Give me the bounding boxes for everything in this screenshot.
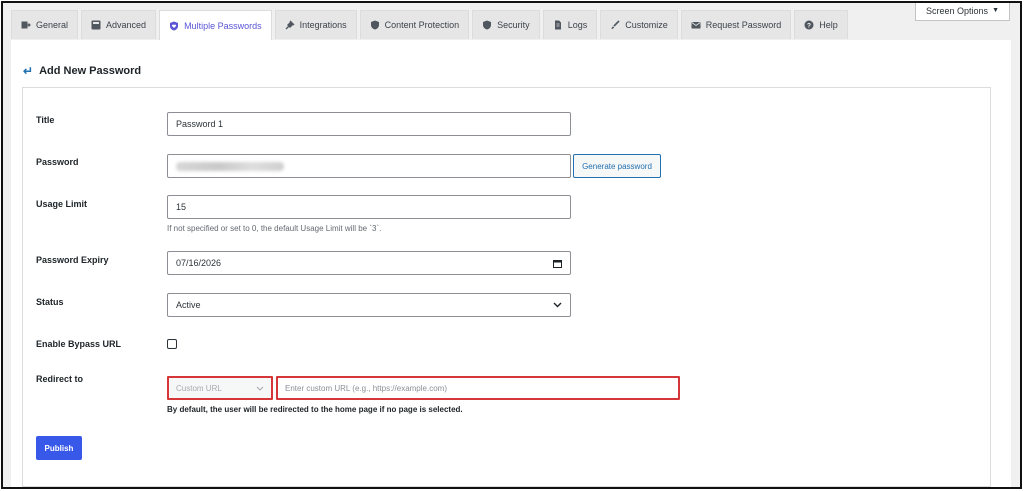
tab-label: Advanced xyxy=(106,20,147,30)
tab-label: Request Password xyxy=(705,20,782,30)
shield-icon xyxy=(370,20,380,30)
title-label: Title xyxy=(36,115,55,125)
document-icon xyxy=(553,20,563,30)
bypass-url-checkbox[interactable] xyxy=(167,339,177,349)
tab-content-protection[interactable]: Content Protection xyxy=(359,10,470,39)
usage-limit-input[interactable]: 15 xyxy=(167,195,571,219)
tab-label: Help xyxy=(819,20,838,30)
tab-help[interactable]: ? Help xyxy=(794,10,848,39)
tab-multiple-passwords[interactable]: Multiple Passwords xyxy=(159,10,272,41)
custom-url-placeholder: Enter custom URL (e.g., https://example.… xyxy=(285,383,447,393)
redirect-label: Redirect to xyxy=(36,374,84,384)
tab-request-password[interactable]: Request Password xyxy=(680,10,792,39)
generate-password-button[interactable]: Generate password xyxy=(573,154,661,178)
custom-url-input[interactable]: Enter custom URL (e.g., https://example.… xyxy=(276,376,680,400)
status-value: Active xyxy=(176,300,201,310)
calendar-icon[interactable] xyxy=(553,259,562,268)
bypass-url-label: Enable Bypass URL xyxy=(36,339,122,349)
title-input[interactable]: Password 1 xyxy=(167,112,571,136)
redirect-type-value: Custom URL xyxy=(176,383,222,393)
tab-advanced[interactable]: Advanced xyxy=(81,10,157,39)
shield-heart-icon xyxy=(169,21,179,31)
password-input[interactable] xyxy=(167,154,571,178)
tab-label: Content Protection xyxy=(384,20,460,30)
masked-password-value xyxy=(176,161,284,171)
publish-button[interactable]: Publish xyxy=(36,436,82,460)
password-expiry-label: Password Expiry xyxy=(36,255,109,265)
tab-logs[interactable]: Logs xyxy=(542,10,598,39)
tab-general[interactable]: General xyxy=(11,10,79,39)
tab-security[interactable]: Security xyxy=(472,10,540,39)
page-title: Add New Password xyxy=(39,65,142,77)
screen-options-button[interactable]: Screen Options ▼ xyxy=(915,3,1010,21)
usage-limit-label: Usage Limit xyxy=(36,199,88,209)
usage-limit-help: If not specified or set to 0, the defaul… xyxy=(167,224,382,233)
tab-integrations[interactable]: Integrations xyxy=(274,10,357,39)
tab-label: Customize xyxy=(625,20,668,30)
password-label: Password xyxy=(36,157,79,167)
password-expiry-input[interactable]: 07/16/2026 xyxy=(167,251,571,275)
chevron-down-icon xyxy=(553,302,562,308)
title-input-value: Password 1 xyxy=(176,119,224,129)
tab-label: Integrations xyxy=(299,20,347,30)
general-icon xyxy=(21,20,31,30)
security-shield-icon xyxy=(482,20,492,30)
help-icon: ? xyxy=(804,20,814,30)
settings-panel: ↵ Add New Password Title Password 1 Pass… xyxy=(11,40,1011,487)
chevron-down-icon xyxy=(256,386,264,391)
tab-label: General xyxy=(36,20,69,30)
page-heading: ↵ Add New Password xyxy=(23,64,141,78)
tab-label: Multiple Passwords xyxy=(184,21,262,31)
page-frame: Screen Options ▼ General Advanced Multip… xyxy=(1,1,1022,489)
password-expiry-value: 07/16/2026 xyxy=(176,258,222,268)
caret-down-icon: ▼ xyxy=(992,7,999,14)
svg-text:?: ? xyxy=(807,22,811,29)
redirect-help: By default, the user will be redirected … xyxy=(167,405,463,414)
status-select[interactable]: Active xyxy=(167,293,571,317)
add-password-form: Title Password 1 Password Generate passw… xyxy=(22,87,991,487)
brush-icon xyxy=(610,20,620,30)
status-label: Status xyxy=(36,297,64,307)
settings-tabs: General Advanced Multiple Passwords Inte… xyxy=(11,10,848,41)
usage-limit-value: 15 xyxy=(176,202,187,212)
tab-label: Security xyxy=(497,20,530,30)
envelope-icon xyxy=(691,20,701,30)
advanced-icon xyxy=(91,20,101,30)
screen-options-label: Screen Options xyxy=(926,6,989,16)
return-arrow-icon[interactable]: ↵ xyxy=(23,64,33,78)
tab-label: Logs xyxy=(567,20,588,30)
plug-icon xyxy=(285,20,295,30)
redirect-type-select[interactable]: Custom URL xyxy=(167,376,273,400)
tab-customize[interactable]: Customize xyxy=(600,10,678,39)
